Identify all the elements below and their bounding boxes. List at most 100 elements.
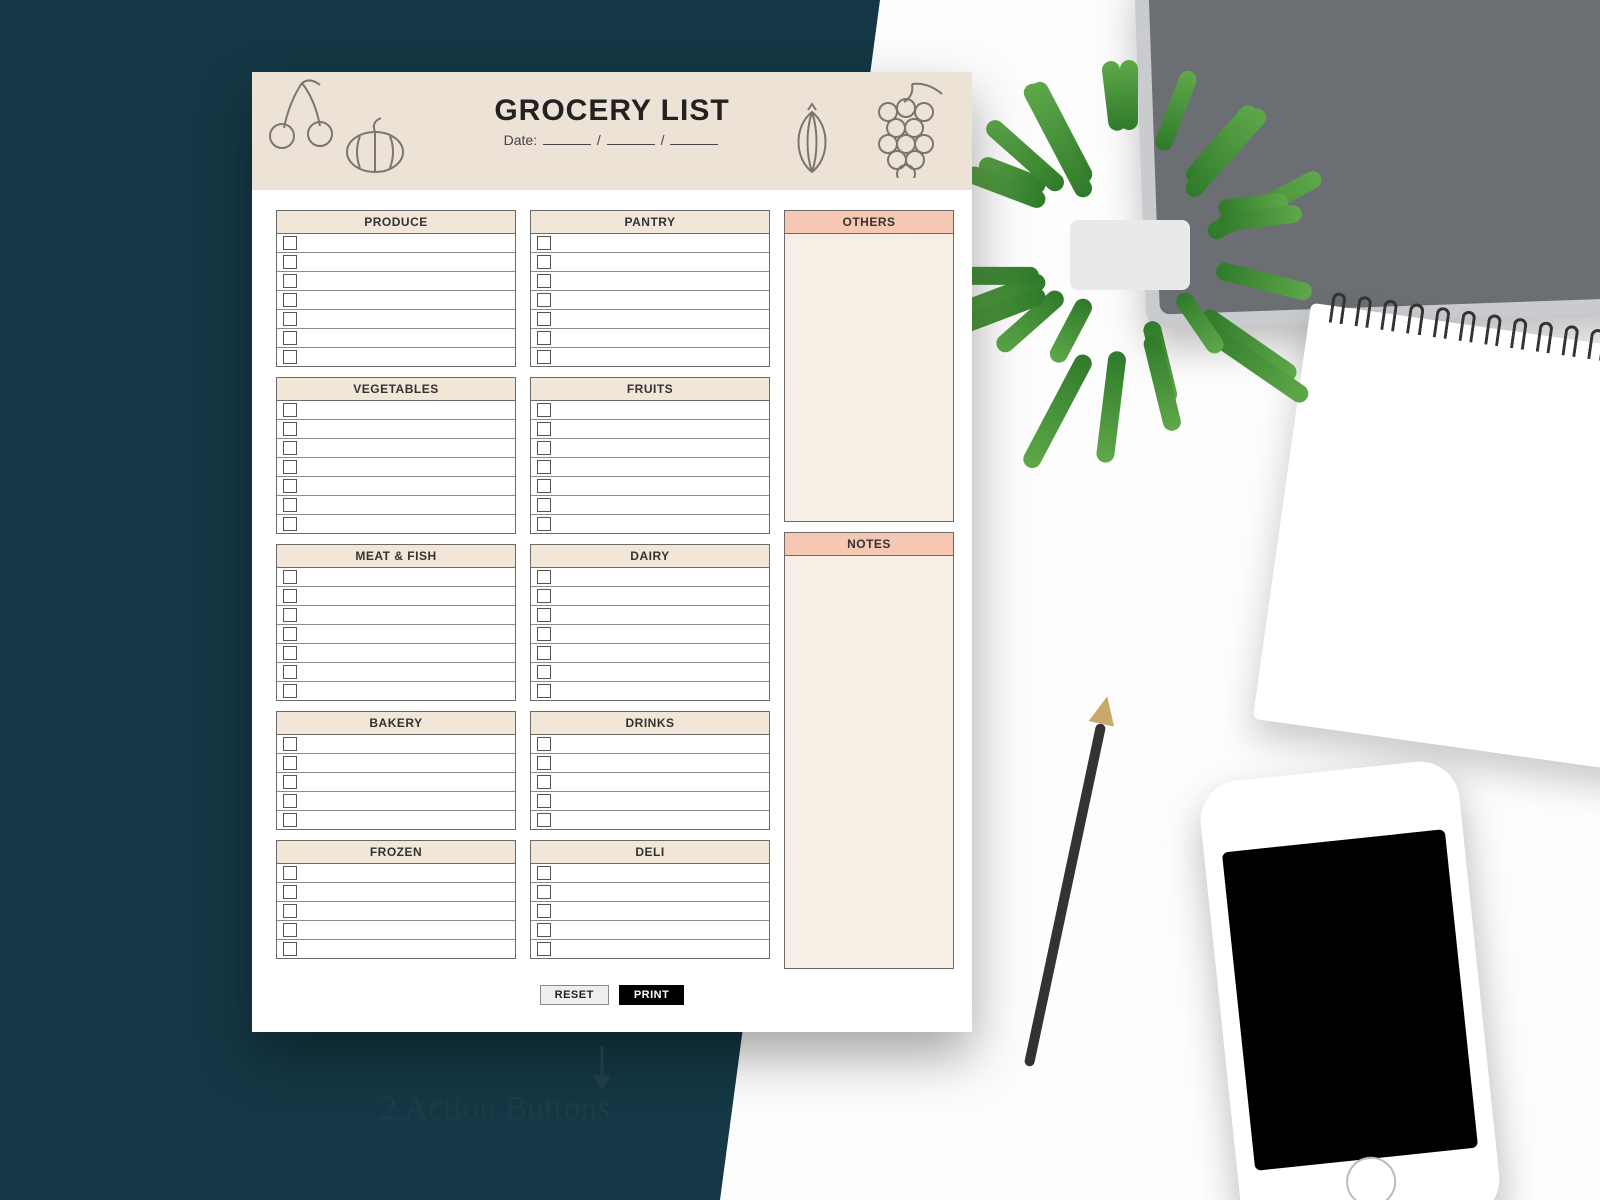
list-row[interactable] bbox=[277, 401, 515, 420]
checkbox-icon[interactable] bbox=[283, 775, 297, 789]
list-row[interactable] bbox=[277, 625, 515, 644]
checkbox-icon[interactable] bbox=[283, 665, 297, 679]
list-row[interactable] bbox=[277, 644, 515, 663]
checkbox-icon[interactable] bbox=[537, 517, 551, 531]
checkbox-icon[interactable] bbox=[283, 236, 297, 250]
list-row[interactable] bbox=[277, 496, 515, 515]
checkbox-icon[interactable] bbox=[537, 775, 551, 789]
checkbox-icon[interactable] bbox=[283, 756, 297, 770]
checkbox-icon[interactable] bbox=[537, 331, 551, 345]
checkbox-icon[interactable] bbox=[283, 312, 297, 326]
checkbox-icon[interactable] bbox=[283, 441, 297, 455]
checkbox-icon[interactable] bbox=[537, 350, 551, 364]
checkbox-icon[interactable] bbox=[537, 923, 551, 937]
checkbox-icon[interactable] bbox=[283, 274, 297, 288]
checkbox-icon[interactable] bbox=[537, 684, 551, 698]
list-row[interactable] bbox=[277, 902, 515, 921]
checkbox-icon[interactable] bbox=[283, 517, 297, 531]
list-row[interactable] bbox=[277, 568, 515, 587]
checkbox-icon[interactable] bbox=[537, 885, 551, 899]
list-row[interactable] bbox=[531, 401, 769, 420]
list-row[interactable] bbox=[277, 348, 515, 366]
list-row[interactable] bbox=[277, 864, 515, 883]
checkbox-icon[interactable] bbox=[537, 422, 551, 436]
checkbox-icon[interactable] bbox=[283, 866, 297, 880]
print-button[interactable]: PRINT bbox=[619, 985, 685, 1005]
reset-button[interactable]: RESET bbox=[540, 985, 609, 1005]
list-row[interactable] bbox=[531, 735, 769, 754]
list-row[interactable] bbox=[277, 940, 515, 958]
checkbox-icon[interactable] bbox=[283, 331, 297, 345]
checkbox-icon[interactable] bbox=[283, 794, 297, 808]
list-row[interactable] bbox=[531, 792, 769, 811]
list-row[interactable] bbox=[531, 864, 769, 883]
checkbox-icon[interactable] bbox=[283, 885, 297, 899]
list-row[interactable] bbox=[531, 940, 769, 958]
checkbox-icon[interactable] bbox=[537, 570, 551, 584]
list-row[interactable] bbox=[277, 458, 515, 477]
checkbox-icon[interactable] bbox=[283, 422, 297, 436]
checkbox-icon[interactable] bbox=[537, 866, 551, 880]
list-row[interactable] bbox=[277, 272, 515, 291]
checkbox-icon[interactable] bbox=[283, 608, 297, 622]
checkbox-icon[interactable] bbox=[537, 589, 551, 603]
list-row[interactable] bbox=[277, 811, 515, 829]
list-row[interactable] bbox=[277, 477, 515, 496]
list-row[interactable] bbox=[277, 587, 515, 606]
checkbox-icon[interactable] bbox=[537, 627, 551, 641]
list-row[interactable] bbox=[277, 883, 515, 902]
list-row[interactable] bbox=[531, 458, 769, 477]
list-row[interactable] bbox=[531, 883, 769, 902]
checkbox-icon[interactable] bbox=[537, 904, 551, 918]
checkbox-icon[interactable] bbox=[283, 646, 297, 660]
list-row[interactable] bbox=[531, 348, 769, 366]
list-row[interactable] bbox=[277, 291, 515, 310]
list-row[interactable] bbox=[531, 272, 769, 291]
checkbox-icon[interactable] bbox=[537, 665, 551, 679]
checkbox-icon[interactable] bbox=[283, 570, 297, 584]
list-row[interactable] bbox=[531, 420, 769, 439]
list-row[interactable] bbox=[277, 735, 515, 754]
checkbox-icon[interactable] bbox=[283, 684, 297, 698]
list-row[interactable] bbox=[277, 310, 515, 329]
list-row[interactable] bbox=[531, 625, 769, 644]
checkbox-icon[interactable] bbox=[537, 312, 551, 326]
list-row[interactable] bbox=[277, 606, 515, 625]
list-row[interactable] bbox=[531, 754, 769, 773]
list-row[interactable] bbox=[531, 644, 769, 663]
list-row[interactable] bbox=[531, 291, 769, 310]
list-row[interactable] bbox=[531, 439, 769, 458]
list-row[interactable] bbox=[531, 253, 769, 272]
checkbox-icon[interactable] bbox=[283, 293, 297, 307]
checkbox-icon[interactable] bbox=[537, 737, 551, 751]
list-row[interactable] bbox=[531, 515, 769, 533]
checkbox-icon[interactable] bbox=[537, 460, 551, 474]
checkbox-icon[interactable] bbox=[283, 942, 297, 956]
list-row[interactable] bbox=[277, 420, 515, 439]
checkbox-icon[interactable] bbox=[537, 274, 551, 288]
checkbox-icon[interactable] bbox=[537, 942, 551, 956]
checkbox-icon[interactable] bbox=[283, 498, 297, 512]
list-row[interactable] bbox=[277, 663, 515, 682]
list-row[interactable] bbox=[531, 234, 769, 253]
checkbox-icon[interactable] bbox=[537, 794, 551, 808]
list-row[interactable] bbox=[277, 792, 515, 811]
checkbox-icon[interactable] bbox=[283, 589, 297, 603]
list-row[interactable] bbox=[277, 773, 515, 792]
others-area[interactable] bbox=[785, 234, 953, 521]
list-row[interactable] bbox=[277, 515, 515, 533]
list-row[interactable] bbox=[531, 606, 769, 625]
checkbox-icon[interactable] bbox=[537, 646, 551, 660]
list-row[interactable] bbox=[277, 253, 515, 272]
list-row[interactable] bbox=[277, 682, 515, 700]
checkbox-icon[interactable] bbox=[537, 293, 551, 307]
checkbox-icon[interactable] bbox=[537, 608, 551, 622]
list-row[interactable] bbox=[531, 682, 769, 700]
checkbox-icon[interactable] bbox=[283, 904, 297, 918]
checkbox-icon[interactable] bbox=[537, 441, 551, 455]
list-row[interactable] bbox=[531, 921, 769, 940]
checkbox-icon[interactable] bbox=[283, 479, 297, 493]
checkbox-icon[interactable] bbox=[537, 236, 551, 250]
checkbox-icon[interactable] bbox=[537, 479, 551, 493]
checkbox-icon[interactable] bbox=[537, 498, 551, 512]
